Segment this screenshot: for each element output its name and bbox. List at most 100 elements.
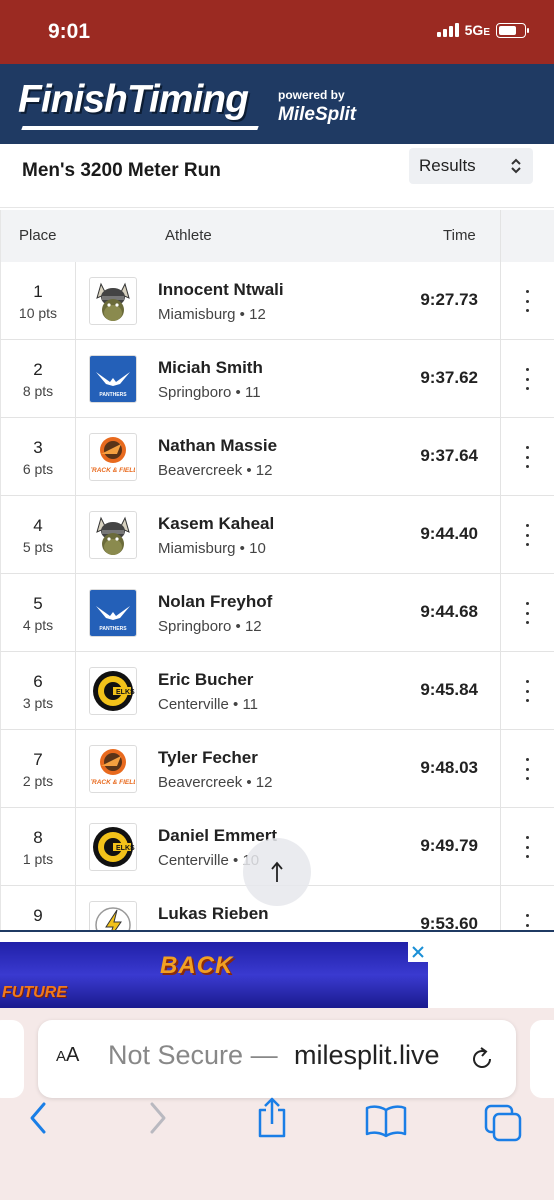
athlete-school-grade[interactable]: Miamisburg • 10 (158, 540, 266, 557)
column-divider (75, 574, 76, 651)
column-divider (500, 262, 501, 339)
site-header: FinishTiming powered by MileSplit (0, 64, 554, 144)
column-divider (75, 730, 76, 807)
athlete-name[interactable]: Lukas Rieben (158, 904, 269, 924)
column-divider (500, 808, 501, 885)
forward-icon[interactable] (146, 1100, 170, 1136)
result-time: 9:49.79 (420, 836, 478, 855)
athlete-school-grade[interactable]: Springboro • 11 (158, 384, 261, 401)
status-indicators: 5GE (436, 22, 529, 38)
column-divider (500, 652, 501, 729)
table-header: Place Athlete Time (0, 210, 554, 262)
athlete-name[interactable]: Innocent Ntwali (158, 280, 284, 300)
row-menu-icon[interactable] (517, 446, 537, 468)
place-points: 2 pts (22, 773, 54, 789)
scroll-top-button[interactable] (243, 838, 311, 906)
security-label: Not Secure — (108, 1040, 278, 1070)
athlete-school-grade[interactable]: Beavercreek • 12 (158, 462, 272, 479)
reload-icon[interactable] (468, 1045, 496, 1073)
column-divider (500, 210, 501, 262)
back-icon[interactable] (26, 1100, 50, 1136)
place-number: 7 (33, 750, 43, 769)
athlete-school-grade[interactable]: Springboro • 12 (158, 618, 262, 635)
address-bar[interactable]: AA Not Secure — milesplit.live (38, 1020, 516, 1098)
battery-icon (496, 22, 529, 38)
signal-icon (436, 23, 459, 37)
athlete-name[interactable]: Miciah Smith (158, 358, 263, 378)
table-row[interactable]: 3 6 pts TRACK & FIELD Nathan Massie Beavercr… (0, 418, 554, 496)
ad-close-icon[interactable] (408, 942, 428, 962)
place-points: 10 pts (18, 305, 58, 321)
panthers-text: PANTHERS (99, 392, 127, 398)
view-select[interactable]: Results (409, 148, 533, 184)
result-time: 9:27.73 (420, 290, 478, 309)
row-menu-icon[interactable] (517, 368, 537, 390)
row-menu-icon[interactable] (517, 602, 537, 624)
prev-tab-peek[interactable] (0, 1020, 24, 1098)
arrow-up-icon (271, 861, 283, 882)
athlete-name[interactable]: Nolan Freyhof (158, 592, 272, 612)
panthers-icon: PANTHERS (89, 355, 137, 403)
place-points: 6 pts (22, 461, 54, 477)
next-tab-peek[interactable] (530, 1020, 554, 1098)
athlete-name[interactable]: Nathan Massie (158, 436, 277, 456)
place-points: 1 pts (22, 851, 54, 867)
table-row[interactable]: 6 3 pts ELKS Eric Bucher Centerville • 11 9:4… (0, 652, 554, 730)
table-row[interactable]: 5 4 pts PANTHERS Nolan Freyhof Springboro • … (0, 574, 554, 652)
table-row[interactable]: 7 2 pts TRACK & FIELD Tyler Fecher Beavercre… (0, 730, 554, 808)
row-menu-icon[interactable] (517, 524, 537, 546)
athlete-school-grade[interactable]: Centerville • 11 (158, 696, 258, 713)
select-chevron-icon (511, 158, 521, 174)
beaver-icon: TRACK & FIELD (89, 745, 137, 793)
table-row[interactable]: 2 8 pts PANTHERS Miciah Smith Springboro • 1… (0, 340, 554, 418)
view-select-value: Results (419, 156, 476, 175)
place-points: 4 pts (22, 617, 54, 633)
url-host: milesplit.live (294, 1040, 440, 1070)
place-number: 3 (33, 438, 43, 457)
athlete-name[interactable]: Kasem Kaheal (158, 514, 274, 534)
bookmarks-icon[interactable] (364, 1104, 408, 1138)
table-row[interactable]: 4 5 pts Kasem Kaheal Miamisburg • 10 9:44.40 (0, 496, 554, 574)
place-number: 2 (33, 360, 43, 379)
place-number: 1 (33, 282, 43, 301)
column-divider (75, 808, 76, 885)
place-points: 5 pts (22, 539, 54, 555)
row-menu-icon[interactable] (517, 680, 537, 702)
ad-banner[interactable]: BACK FUTURE (0, 942, 428, 1008)
row-menu-icon[interactable] (517, 290, 537, 312)
elks-text: ELKS (116, 845, 135, 852)
reader-options-button[interactable]: AA (56, 1044, 79, 1067)
athlete-name[interactable]: Tyler Fecher (158, 748, 258, 768)
row-menu-icon[interactable] (517, 836, 537, 858)
share-icon[interactable] (254, 1096, 290, 1140)
place-points: 8 pts (22, 383, 54, 399)
clock: 9:01 (48, 20, 91, 43)
ad-banner-area: BACK FUTURE (0, 930, 554, 1008)
athlete-name[interactable]: Eric Bucher (158, 670, 253, 690)
athlete-school-grade[interactable]: Beavercreek • 12 (158, 774, 272, 791)
elks-icon: ELKS (89, 667, 137, 715)
browser-chrome: AA Not Secure — milesplit.live (0, 1008, 554, 1200)
elks-icon: ELKS (89, 823, 137, 871)
column-divider (500, 418, 501, 495)
athlete-school-grade[interactable]: Miamisburg • 12 (158, 306, 266, 323)
status-bar: 9:01 5GE (0, 0, 554, 64)
table-row[interactable]: 1 10 pts Innocent Ntwali Miamisburg • 12 9:2… (0, 262, 554, 340)
result-time: 9:48.03 (420, 758, 478, 777)
result-time: 9:44.68 (420, 602, 478, 621)
place-number: 4 (33, 516, 43, 535)
column-divider (500, 730, 501, 807)
elks-text: ELKS (116, 689, 135, 696)
finishtiming-logo[interactable]: FinishTiming (18, 78, 249, 122)
tabs-icon[interactable] (482, 1102, 524, 1142)
milesplit-logo[interactable]: MileSplit (278, 104, 356, 126)
row-menu-icon[interactable] (517, 758, 537, 780)
powered-by-label: powered by (278, 88, 345, 102)
column-divider (75, 652, 76, 729)
panthers-icon: PANTHERS (89, 589, 137, 637)
place-number: 6 (33, 672, 43, 691)
column-divider (75, 496, 76, 573)
result-time: 9:37.64 (420, 446, 478, 465)
ad-text-back: BACK (160, 952, 234, 979)
event-title: Men's 3200 Meter Run (22, 160, 221, 181)
